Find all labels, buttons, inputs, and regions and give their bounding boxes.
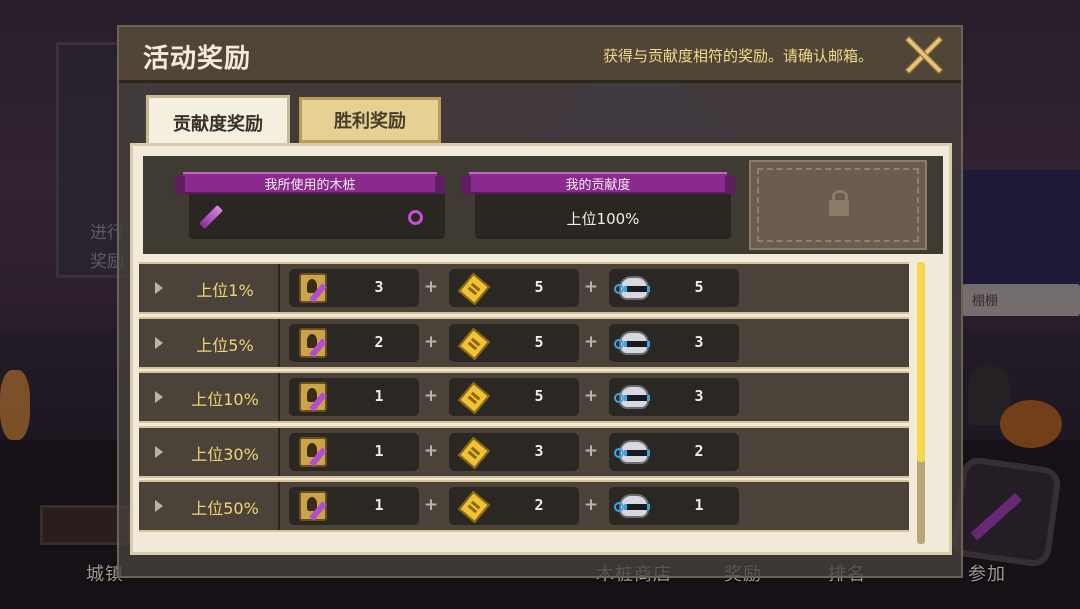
stake-icon: [198, 204, 224, 230]
reward-item[interactable]: 3: [609, 378, 739, 416]
expand-arrow-icon[interactable]: [155, 391, 163, 403]
expand-arrow-icon[interactable]: [155, 445, 163, 458]
plus-sign: +: [423, 331, 439, 352]
rank-label: 上位5%: [196, 335, 254, 355]
reward-item[interactable]: 3: [289, 269, 419, 307]
expand-arrow-icon[interactable]: [155, 282, 163, 294]
item-count: 2: [374, 332, 384, 351]
tab-victory-reward[interactable]: 胜利奖励: [299, 97, 441, 143]
dialog-title: 活动奖励: [143, 44, 252, 74]
close-icon[interactable]: [901, 33, 945, 77]
lock-icon: [829, 190, 849, 216]
reward-item[interactable]: 1: [289, 432, 419, 471]
plus-sign: +: [583, 440, 599, 461]
row-divider: [278, 318, 280, 367]
event-reward-dialog: 活动奖励 获得与贡献度相符的奖励。请确认邮箱。 贡献度奖励 胜利奖励 我所使用的…: [117, 25, 963, 578]
item-count: 1: [374, 496, 384, 514]
reward-row: 上位30% 1 3 2 + +: [139, 425, 909, 478]
robot-head-icon: [613, 380, 653, 414]
stake-box: 我所使用的木桩: [175, 172, 445, 239]
reward-item[interactable]: 2: [449, 487, 579, 525]
ring-icon: [408, 210, 423, 225]
info-bar: 我所使用的木桩 我的贡献度 上位100%: [143, 156, 943, 254]
robot-head-icon: [613, 435, 653, 469]
contribution-value: 上位100%: [566, 210, 640, 228]
contribution-label: 我的贡献度: [565, 177, 631, 193]
robot-head-icon: [613, 489, 653, 523]
row-divider: [278, 482, 280, 530]
ticket-icon: [453, 489, 493, 524]
reward-item[interactable]: 1: [609, 487, 739, 525]
reward-row: 上位5% 2 5 3 + +: [139, 316, 909, 369]
item-count: 5: [534, 278, 544, 296]
expand-arrow-icon[interactable]: [155, 500, 163, 512]
row-divider: [278, 427, 280, 476]
reward-item[interactable]: 1: [289, 487, 419, 525]
expand-arrow-icon[interactable]: [155, 336, 163, 349]
plus-sign: +: [423, 440, 439, 461]
ticket-icon: [453, 326, 493, 360]
item-count: 1: [374, 441, 384, 460]
plus-sign: +: [583, 386, 599, 406]
reward-row: 上位50% 1 2 1 + +: [139, 480, 909, 532]
robot-head-icon: [613, 271, 653, 305]
reward-row: 上位10% 1 5 3 + +: [139, 371, 909, 423]
item-count: 1: [374, 387, 384, 405]
reward-row: 上位1% 3 5 5 + +: [139, 262, 909, 314]
stake-label: 我所使用的木桩: [264, 177, 356, 193]
scroll-icon: [293, 326, 333, 360]
rank-label: 上位50%: [191, 499, 259, 518]
item-count: 2: [694, 441, 704, 460]
item-count: 3: [534, 441, 544, 460]
scrollbar[interactable]: [917, 262, 925, 544]
locked-slot[interactable]: [749, 160, 927, 250]
item-count: 3: [694, 387, 704, 405]
scroll-icon: [293, 380, 333, 414]
rank-label: 上位30%: [191, 444, 259, 464]
reward-item[interactable]: 5: [449, 378, 579, 416]
scroll-icon: [293, 271, 333, 305]
item-count: 5: [694, 278, 704, 296]
item-count: 5: [534, 332, 544, 351]
scroll-icon: [293, 489, 333, 523]
plus-sign: +: [423, 495, 439, 515]
reward-panel: 我所使用的木桩 我的贡献度 上位100% 上位1% 3 5 5 + + 上位5% 2 5 3 + + 上…: [130, 143, 952, 555]
item-count: 5: [534, 387, 544, 405]
plus-sign: +: [583, 277, 599, 297]
reward-item[interactable]: 2: [289, 323, 419, 362]
reward-item[interactable]: 5: [609, 269, 739, 307]
item-count: 2: [534, 496, 544, 514]
dialog-header: 活动奖励 获得与贡献度相符的奖励。请确认邮箱。: [119, 27, 961, 83]
row-divider: [278, 373, 280, 421]
reward-item[interactable]: 5: [449, 269, 579, 307]
rank-label: 上位1%: [196, 281, 254, 300]
item-count: 1: [694, 496, 704, 514]
contribution-box: 我的贡献度 上位100%: [461, 172, 735, 239]
plus-sign: +: [583, 495, 599, 515]
ticket-icon: [453, 380, 493, 415]
reward-item[interactable]: 1: [289, 378, 419, 416]
rank-label: 上位10%: [191, 390, 259, 409]
item-count: 3: [694, 332, 704, 351]
scrollbar-thumb[interactable]: [917, 262, 925, 462]
plus-sign: +: [583, 331, 599, 352]
tab-contribution-reward[interactable]: 贡献度奖励: [146, 95, 290, 147]
item-count: 3: [374, 278, 384, 296]
reward-list[interactable]: 上位1% 3 5 5 + + 上位5% 2 5 3 + + 上位10% 1 5 3 + + 上位30% 1 3 2 + + 上位…: [139, 262, 937, 544]
reward-item[interactable]: 5: [449, 323, 579, 362]
reward-item[interactable]: 3: [609, 323, 739, 362]
robot-head-icon: [613, 326, 653, 360]
ticket-icon: [453, 271, 493, 306]
row-divider: [278, 264, 280, 312]
reward-item[interactable]: 3: [449, 432, 579, 471]
plus-sign: +: [423, 386, 439, 406]
scroll-icon: [293, 435, 333, 469]
reward-item[interactable]: 2: [609, 432, 739, 471]
contribution-ribbon: 我的贡献度: [461, 172, 735, 194]
plus-sign: +: [423, 277, 439, 297]
stake-ribbon: 我所使用的木桩: [175, 172, 445, 194]
dialog-note: 获得与贡献度相符的奖励。请确认邮箱。: [602, 47, 873, 65]
ticket-icon: [453, 435, 493, 469]
